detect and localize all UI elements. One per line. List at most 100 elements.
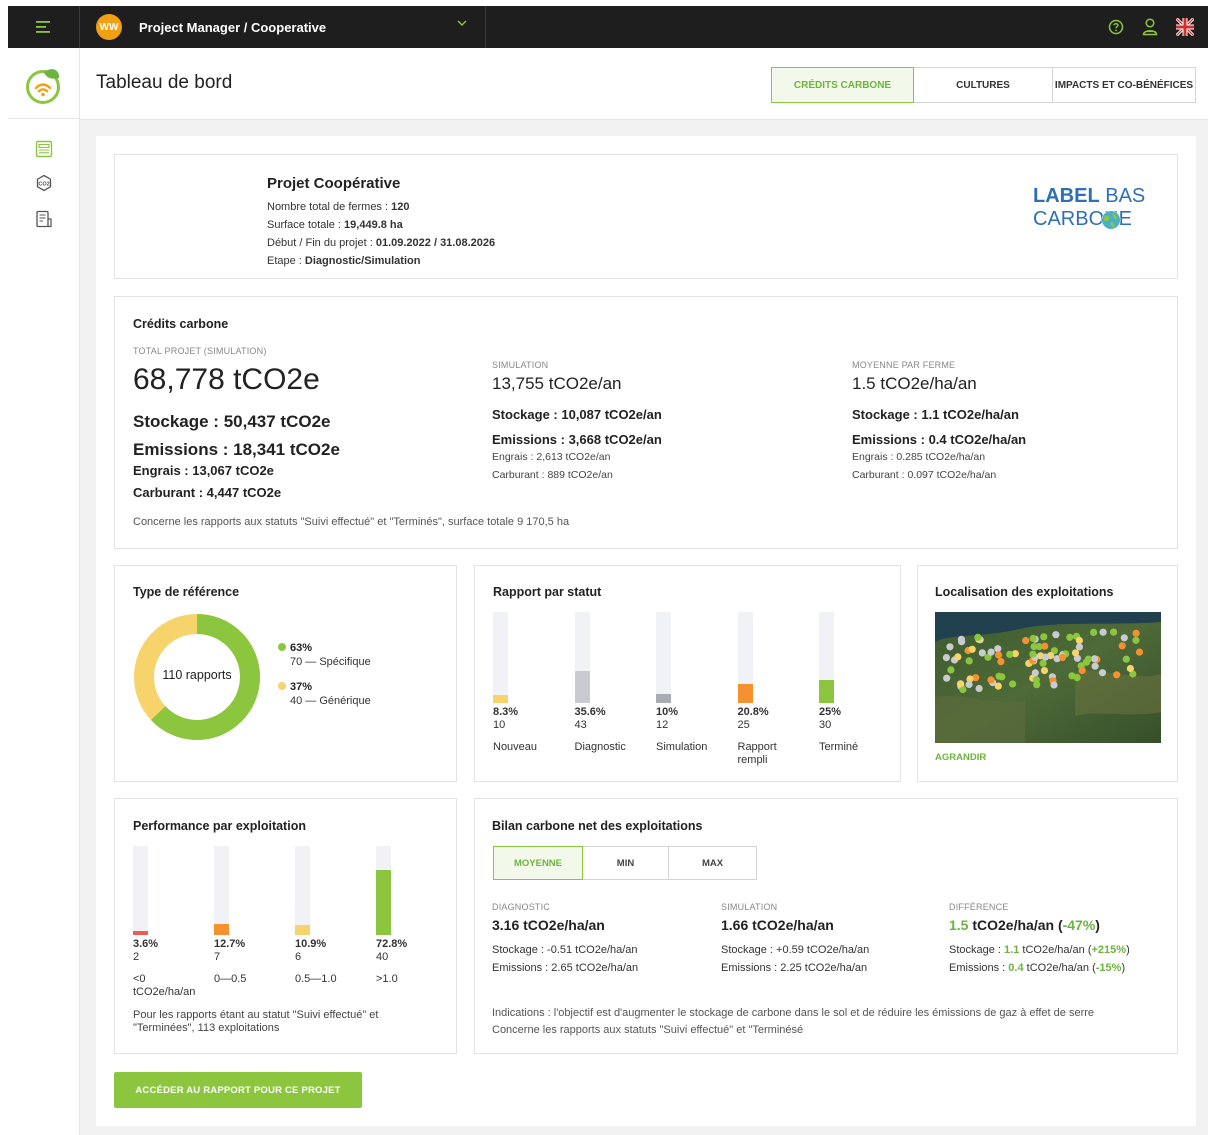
- avg-breakdown: Stockage : 1.1 tCO2e/ha/an Emissions : 0…: [852, 402, 1026, 452]
- status-bar-pct: 20.8%: [737, 706, 769, 718]
- farm-marker: [1113, 671, 1121, 679]
- diff-emissions-row: Emissions : 0.4 tCO2e/ha/an (-15%): [949, 959, 1130, 977]
- stage-row: Etape : Diagnostic/Simulation: [267, 252, 495, 270]
- report-icon[interactable]: [35, 210, 53, 228]
- reference-title: Type de référence: [133, 585, 240, 599]
- performance-bar-label: 10.9% 6 0.5—1.0: [295, 938, 373, 986]
- project-name: Projet Coopérative: [267, 175, 401, 192]
- logo-word-bas: BAS: [1105, 185, 1146, 207]
- status-bar-pct: 35.6%: [574, 706, 606, 718]
- status-bar-label: 35.6% 43 Diagnostic: [575, 706, 645, 754]
- performance-card: Performance par exploitation 3.6% 2 <0 tCO2…: [114, 798, 457, 1054]
- app-logo-icon[interactable]: [24, 66, 62, 104]
- legend-dot-generic: [278, 682, 286, 690]
- legend-generic: 37% 40 — Générique: [278, 680, 371, 708]
- sim-stockage: Stockage : 10,087 tCO2e/an: [492, 407, 662, 422]
- avg-engrais: Engrais : 0.285 tCO2e/ha/an: [852, 451, 986, 463]
- diff-value-unit: tCO2e/ha/an (: [968, 917, 1063, 933]
- status-bar-track: [574, 612, 590, 703]
- tab-cultures[interactable]: CULTURES: [914, 67, 1053, 103]
- farm-marker: [1029, 634, 1037, 643]
- open-report-button[interactable]: ACCÉDER AU RAPPORT POUR CE PROJET: [114, 1072, 362, 1108]
- farm-marker: [987, 676, 995, 684]
- co2-icon[interactable]: CO2: [35, 174, 53, 192]
- legend-desc-specific: 70 — Spécifique: [290, 656, 371, 668]
- farms-label: Nombre total de fermes :: [267, 201, 392, 213]
- bilan-diag-value: 3.16 tCO2e/ha/an: [492, 917, 605, 933]
- farm-marker: [1110, 628, 1118, 636]
- project-selector[interactable]: WW Project Manager / Cooperative: [80, 6, 486, 48]
- sim-carburant: Carburant : 889 tCO2e/an: [492, 469, 613, 481]
- help-icon[interactable]: [1108, 19, 1124, 35]
- diff-value-pct: -47%: [1062, 917, 1096, 933]
- total-stockage: Stockage : 50,437 tCO2e: [133, 412, 331, 431]
- farm-marker: [1041, 653, 1049, 661]
- farm-marker: [1120, 634, 1128, 642]
- surface-row: Surface totale : 19,449.8 ha: [267, 216, 495, 234]
- farm-marker: [956, 680, 964, 688]
- avg-label: MOYENNE PAR FERME: [852, 360, 956, 370]
- diff-emissions-mid: tCO2e/ha/an (: [1023, 962, 1096, 974]
- tab-credits-carbone[interactable]: CRÉDITS CARBONE: [771, 67, 914, 103]
- surface-label: Surface totale :: [267, 219, 345, 231]
- legend-desc-generic: 40 — Générique: [290, 695, 371, 707]
- top-bar: WW Project Manager / Cooperative: [8, 6, 1208, 48]
- diff-stockage-pre: Stockage :: [949, 944, 1005, 956]
- farm-marker: [1126, 664, 1134, 673]
- status-bar-track: [819, 612, 834, 703]
- diff-stockage-num: 1.1: [1004, 944, 1020, 956]
- status-bar-track: [493, 612, 508, 703]
- total-value: 68,778 tCO2e: [133, 363, 320, 396]
- bilan-sim-emissions: Emissions : 2.25 tCO2e/ha/an: [721, 962, 868, 974]
- performance-bar-fill: [295, 925, 310, 935]
- svg-text:CO2: CO2: [38, 182, 49, 188]
- tab-bar: CRÉDITS CARBONE CULTURES IMPACTS ET CO-B…: [771, 67, 1196, 103]
- performance-bar-pct: 3.6%: [133, 938, 159, 950]
- farm-marker: [1075, 643, 1083, 651]
- performance-bar-label: 12.7% 7 0—0.5: [214, 938, 292, 986]
- globe-icon: [1101, 210, 1121, 230]
- sim-engrais: Engrais : 2,613 tCO2e/an: [492, 451, 611, 463]
- tab-impacts[interactable]: IMPACTS ET CO-BÉNÉFICES: [1053, 67, 1196, 103]
- dashboard-icon[interactable]: [35, 140, 53, 158]
- segment-max[interactable]: MAX: [669, 846, 757, 880]
- farm-marker: [1068, 672, 1076, 680]
- bilan-diff-label: DIFFÉRENCE: [949, 902, 1009, 912]
- reference-legend: 63% 70 — Spécifique 37% 40 — Générique: [278, 641, 371, 708]
- performance-bar-category: <0: [133, 973, 146, 985]
- farm-marker: [1066, 633, 1074, 641]
- farm-marker: [1040, 633, 1048, 641]
- status-bar-fill: [656, 693, 671, 703]
- user-icon[interactable]: [1142, 18, 1158, 36]
- status-bar-category: Rapport rempli: [737, 741, 777, 766]
- farm-marker: [1035, 643, 1043, 651]
- status-bar-count: 25: [737, 719, 750, 731]
- bilan-notes: Indications : l'objectif est d'augmenter…: [492, 1005, 1172, 1039]
- farm-marker: [954, 653, 962, 661]
- farms-value: 120: [391, 201, 410, 213]
- menu-button[interactable]: [8, 6, 80, 48]
- map-expand-link[interactable]: AGRANDIR: [935, 752, 986, 763]
- farms-map[interactable]: [935, 612, 1161, 743]
- bilan-card: Bilan carbone net des exploitations MOYE…: [474, 798, 1178, 1054]
- diff-stockage-mid: tCO2e/ha/an (: [1019, 944, 1092, 956]
- legend-pct-generic: 37%: [290, 681, 313, 693]
- farm-marker: [942, 654, 950, 662]
- performance-bar-track: [376, 846, 391, 935]
- segment-moyenne[interactable]: MOYENNE: [493, 846, 583, 880]
- farm-marker: [1078, 666, 1086, 675]
- bilan-diag-label: DIAGNOSTIC: [492, 902, 551, 912]
- status-bar-category: Terminé: [819, 741, 859, 753]
- credits-title: Crédits carbone: [133, 317, 229, 331]
- page-title: Tableau de bord: [96, 72, 233, 93]
- farm-marker: [1052, 631, 1060, 639]
- segment-min[interactable]: MIN: [583, 846, 669, 880]
- performance-bar-category: 0.5—1.0: [295, 973, 337, 985]
- hamburger-icon: [35, 21, 50, 33]
- diff-emissions-pct: -15%: [1095, 962, 1122, 974]
- farm-marker: [1009, 680, 1017, 688]
- farm-marker: [1022, 637, 1030, 645]
- uk-flag-icon[interactable]: [1176, 18, 1194, 36]
- farm-marker: [1029, 650, 1037, 658]
- dates-label: Début / Fin du projet :: [267, 237, 376, 249]
